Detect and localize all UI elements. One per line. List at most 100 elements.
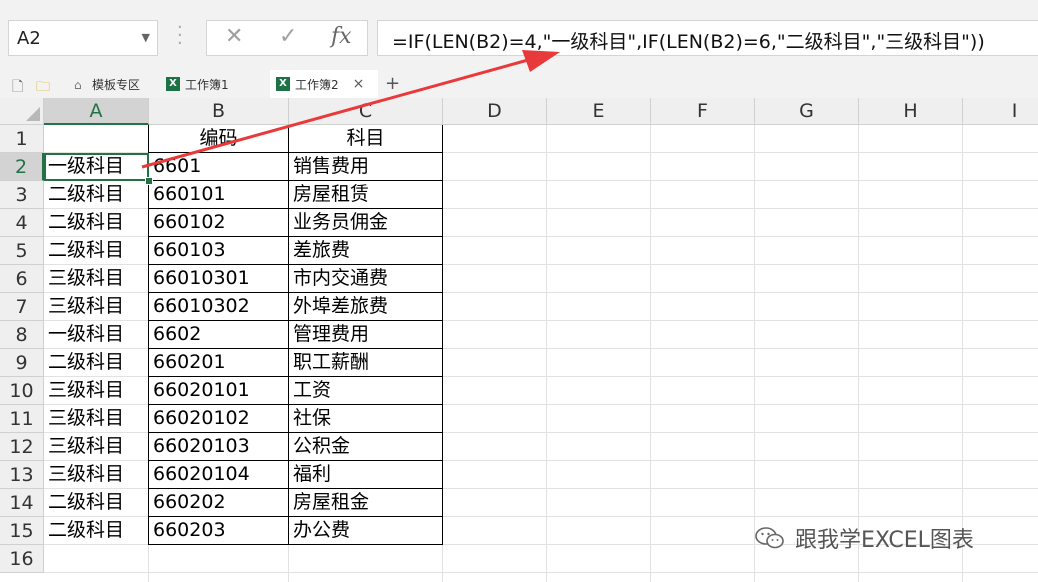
- watermark: 跟我学EXCEL图表: [755, 522, 974, 554]
- cell-level[interactable]: 二级科目: [44, 209, 149, 237]
- cell-level[interactable]: 三级科目: [44, 265, 149, 293]
- column-header-g[interactable]: G: [755, 98, 859, 125]
- cell-subject[interactable]: 职工薪酬: [289, 349, 443, 377]
- column-header-f[interactable]: F: [651, 98, 755, 125]
- cell-code[interactable]: 66010301: [149, 265, 289, 293]
- cell-subject[interactable]: 社保: [289, 405, 443, 433]
- row-header-10[interactable]: 10: [0, 377, 44, 405]
- row-header-4[interactable]: 4: [0, 209, 44, 237]
- row-header-1[interactable]: 1: [0, 125, 44, 153]
- cell-subject[interactable]: 市内交通费: [289, 265, 443, 293]
- cell-level[interactable]: 二级科目: [44, 237, 149, 265]
- fill-handle[interactable]: [145, 177, 153, 185]
- cell-code[interactable]: 66010302: [149, 293, 289, 321]
- cell-subject[interactable]: 福利: [289, 461, 443, 489]
- insert-function-icon[interactable]: fx: [331, 24, 352, 49]
- cell-subject[interactable]: 公积金: [289, 433, 443, 461]
- cell-subject[interactable]: 办公费: [289, 517, 443, 545]
- cell-subject[interactable]: 管理费用: [289, 321, 443, 349]
- cell-a1[interactable]: [44, 125, 149, 153]
- cell-code[interactable]: 66020101: [149, 377, 289, 405]
- row-header-8[interactable]: 8: [0, 321, 44, 349]
- cell-subject[interactable]: 外埠差旅费: [289, 293, 443, 321]
- gridline: [858, 125, 859, 582]
- cell-subject[interactable]: 房屋租金: [289, 489, 443, 517]
- cell-code[interactable]: 66020104: [149, 461, 289, 489]
- column-header-d[interactable]: D: [443, 98, 547, 125]
- tab-workbook2[interactable]: X 工作簿2 ×: [270, 70, 378, 98]
- cell-subject[interactable]: 房屋租赁: [289, 181, 443, 209]
- chevron-down-icon[interactable]: ▼: [142, 31, 150, 44]
- confirm-icon[interactable]: ✓: [279, 24, 297, 49]
- column-header-b[interactable]: B: [149, 98, 289, 125]
- formula-bar: A2 ▼ · · · ✕ ✓ fx =IF(LEN(B2)=4,"一级科目",IF(…: [0, 0, 1038, 70]
- cell-code[interactable]: 66020102: [149, 405, 289, 433]
- row-header-13[interactable]: 13: [0, 461, 44, 489]
- new-file-icon[interactable]: 🗋: [12, 76, 23, 100]
- workbook-tabbar: 🗋 🗀 ⌂ 模板专区 X 工作簿1 X 工作簿2 × +: [0, 70, 1038, 98]
- cell-code[interactable]: 660103: [149, 237, 289, 265]
- tab-workbook2-label: 工作簿2: [295, 77, 339, 92]
- row-header-6[interactable]: 6: [0, 265, 44, 293]
- tab-workbook1[interactable]: X 工作簿1: [160, 70, 264, 98]
- formula-buttons: ✕ ✓ fx: [206, 20, 368, 56]
- row-header-7[interactable]: 7: [0, 293, 44, 321]
- open-folder-icon[interactable]: 🗀: [36, 76, 50, 100]
- cell-b1[interactable]: 编码: [149, 125, 289, 153]
- add-tab-icon[interactable]: +: [385, 73, 400, 94]
- cell-code[interactable]: 660102: [149, 209, 289, 237]
- cell-code[interactable]: 660203: [149, 517, 289, 545]
- row-header-2[interactable]: 2: [0, 153, 44, 181]
- row-header-16[interactable]: 16: [0, 545, 44, 573]
- cell-subject[interactable]: 业务员佣金: [289, 209, 443, 237]
- column-header-i[interactable]: I: [963, 98, 1038, 125]
- row-header-15[interactable]: 15: [0, 517, 44, 545]
- row-header-12[interactable]: 12: [0, 433, 44, 461]
- cell-level[interactable]: 二级科目: [44, 517, 149, 545]
- cell-level[interactable]: 三级科目: [44, 293, 149, 321]
- tab-template[interactable]: ⌂ 模板专区: [66, 70, 154, 98]
- column-header-a[interactable]: A: [44, 98, 149, 125]
- excel-icon: X: [166, 77, 180, 91]
- cell-level[interactable]: 三级科目: [44, 433, 149, 461]
- tab-workbook1-label: 工作簿1: [185, 77, 229, 92]
- column-header-e[interactable]: E: [547, 98, 651, 125]
- row-header-5[interactable]: 5: [0, 237, 44, 265]
- cell-level[interactable]: 三级科目: [44, 405, 149, 433]
- name-box[interactable]: A2 ▼: [8, 20, 158, 56]
- column-header-c[interactable]: C: [289, 98, 443, 125]
- column-header-h[interactable]: H: [859, 98, 963, 125]
- cell-code[interactable]: 660202: [149, 489, 289, 517]
- row-header-3[interactable]: 3: [0, 181, 44, 209]
- cell-level[interactable]: 二级科目: [44, 181, 149, 209]
- cell-level[interactable]: 二级科目: [44, 349, 149, 377]
- select-all-corner[interactable]: [0, 98, 44, 125]
- drag-handle-icon[interactable]: · · ·: [177, 19, 183, 53]
- cell-subject[interactable]: 差旅费: [289, 237, 443, 265]
- spreadsheet-grid[interactable]: A B C D E F G H I 1 2 3 4 5 6 7 8 9 10 11 12 13 14 15 16 编码 科目 一级科目…: [0, 98, 1038, 582]
- cell-code[interactable]: 6602: [149, 321, 289, 349]
- cell-level[interactable]: 一级科目: [44, 321, 149, 349]
- cell-level[interactable]: 三级科目: [44, 377, 149, 405]
- close-icon[interactable]: ×: [353, 76, 365, 92]
- gridline: [44, 572, 1038, 573]
- row-header-9[interactable]: 9: [0, 349, 44, 377]
- cell-code[interactable]: 660101: [149, 181, 289, 209]
- row-header-14[interactable]: 14: [0, 489, 44, 517]
- cell-c1[interactable]: 科目: [289, 125, 443, 153]
- row-header-11[interactable]: 11: [0, 405, 44, 433]
- wechat-icon: [755, 527, 784, 549]
- watermark-text: 跟我学EXCEL图表: [795, 528, 974, 553]
- formula-input[interactable]: =IF(LEN(B2)=4,"一级科目",IF(LEN(B2)=6,"二级科目"…: [377, 20, 1038, 56]
- cell-code[interactable]: 66020103: [149, 433, 289, 461]
- excel-icon: X: [276, 77, 290, 91]
- cell-subject[interactable]: 工资: [289, 377, 443, 405]
- cell-subject[interactable]: 销售费用: [289, 153, 443, 181]
- gridline: [754, 125, 755, 582]
- cell-level[interactable]: 二级科目: [44, 489, 149, 517]
- cell-code[interactable]: 6601: [149, 153, 289, 181]
- home-icon: ⌂: [74, 78, 82, 92]
- cancel-icon[interactable]: ✕: [225, 24, 243, 49]
- cell-code[interactable]: 660201: [149, 349, 289, 377]
- cell-level[interactable]: 三级科目: [44, 461, 149, 489]
